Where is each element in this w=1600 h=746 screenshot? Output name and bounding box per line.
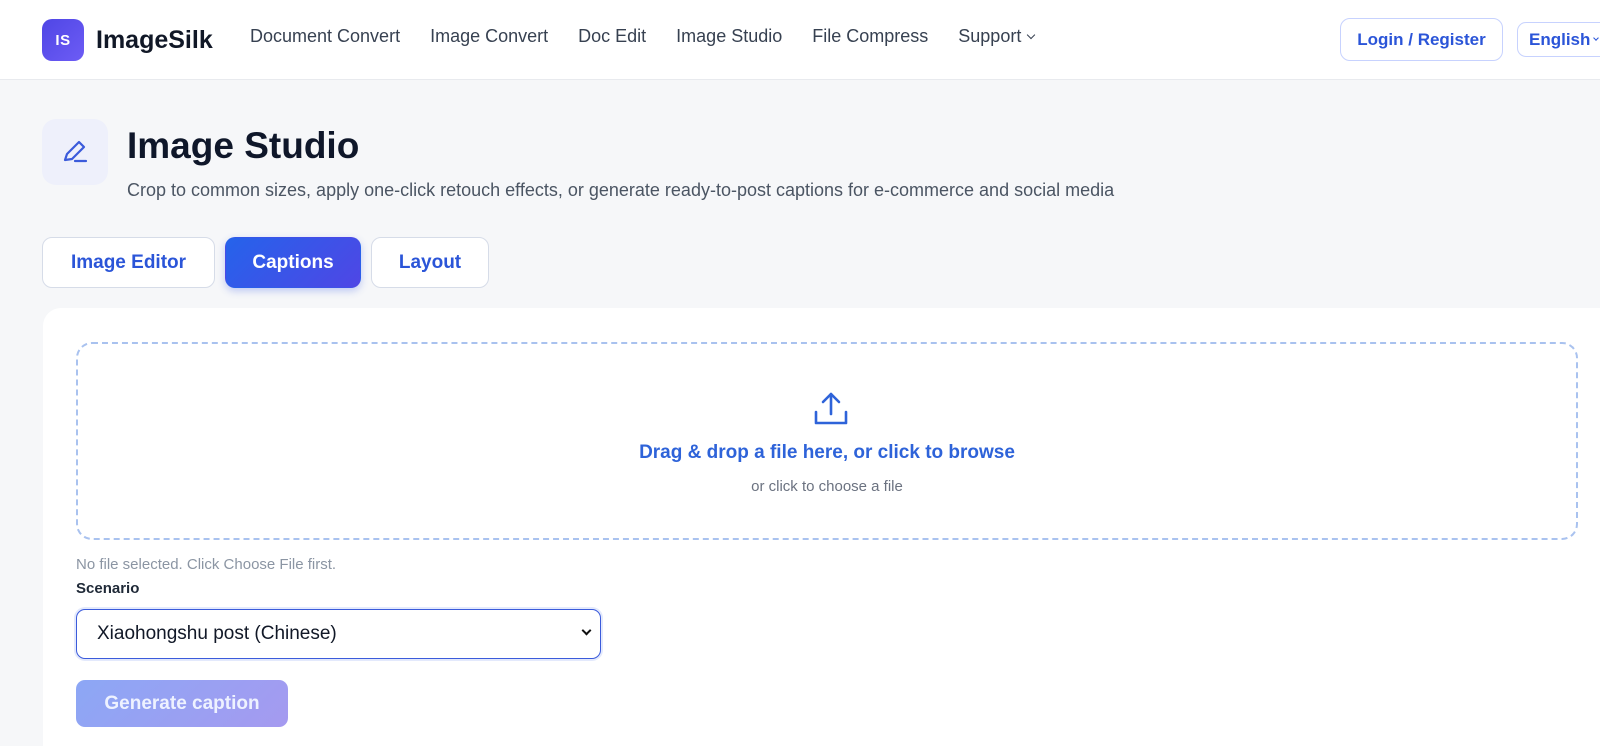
chevron-down-icon xyxy=(581,625,592,636)
tab-captions[interactable]: Captions xyxy=(225,237,361,288)
logo-mark-icon: IS xyxy=(42,19,84,61)
dropzone-secondary-text: or click to choose a file xyxy=(751,478,903,495)
page-title: Image Studio xyxy=(127,125,360,166)
page-subtitle: Crop to common sizes, apply one-click re… xyxy=(127,180,1115,200)
language-selector[interactable]: English xyxy=(1517,22,1600,57)
nav-doc-edit[interactable]: Doc Edit xyxy=(578,26,646,47)
scenario-label: Scenario xyxy=(76,580,140,597)
language-label: English xyxy=(1529,29,1591,49)
nav-support-label: Support xyxy=(958,26,1022,46)
nav-image-studio[interactable]: Image Studio xyxy=(676,26,782,47)
studio-tabs: Image Editor Captions Layout xyxy=(42,237,489,288)
captions-panel: Drag & drop a file here, or click to bro… xyxy=(43,308,1600,746)
nav-image-convert[interactable]: Image Convert xyxy=(430,26,548,47)
nav-support[interactable]: Support xyxy=(958,26,1036,47)
brand-name: ImageSilk xyxy=(96,25,213,54)
nav-document-convert[interactable]: Document Convert xyxy=(250,26,400,47)
login-register-button[interactable]: Login / Register xyxy=(1340,18,1503,61)
generate-caption-button[interactable]: Generate caption xyxy=(76,680,288,727)
upload-icon xyxy=(814,392,848,425)
file-status-text: No file selected. Click Choose File firs… xyxy=(76,556,337,573)
scenario-select[interactable]: Xiaohongshu post (Chinese) xyxy=(76,609,601,659)
dropzone-primary-text: Drag & drop a file here, or click to bro… xyxy=(639,442,1015,463)
chevron-down-icon xyxy=(1027,30,1036,39)
tab-layout[interactable]: Layout xyxy=(371,237,489,288)
chevron-down-icon xyxy=(1593,34,1600,41)
main-nav: Document Convert Image Convert Doc Edit … xyxy=(250,26,1036,47)
scenario-selected-value: Xiaohongshu post (Chinese) xyxy=(97,623,337,644)
nav-file-compress[interactable]: File Compress xyxy=(812,26,928,47)
brand-logo[interactable]: IS ImageSilk xyxy=(42,18,213,62)
pen-edit-icon xyxy=(42,119,108,185)
tab-image-editor[interactable]: Image Editor xyxy=(42,237,215,288)
top-navbar: IS ImageSilk Document Convert Image Conv… xyxy=(0,0,1600,80)
file-dropzone[interactable]: Drag & drop a file here, or click to bro… xyxy=(76,342,1578,540)
